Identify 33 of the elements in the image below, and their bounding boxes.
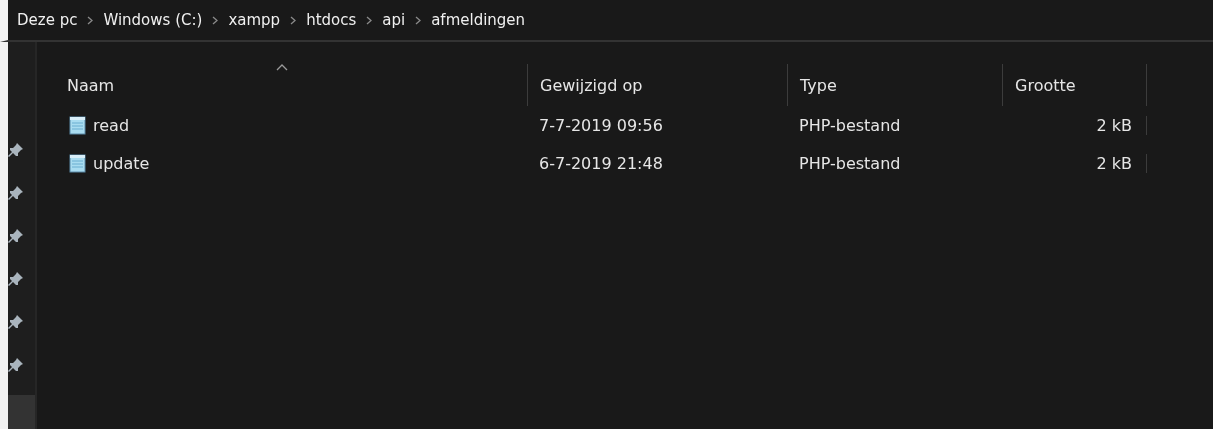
pin-icon[interactable] bbox=[8, 357, 24, 373]
pin-icon[interactable] bbox=[8, 314, 24, 330]
pin-icon[interactable] bbox=[8, 228, 24, 244]
chevron-icon bbox=[87, 15, 94, 25]
chevron-icon bbox=[290, 15, 297, 25]
column-header[interactable]: Gewijzigd op bbox=[540, 75, 643, 95]
date-modified: 7-7-2019 09:56 bbox=[539, 115, 663, 135]
file-type: PHP-bestand bbox=[799, 115, 901, 135]
file-size: 2 kB bbox=[1096, 115, 1132, 135]
column-header[interactable]: Grootte bbox=[1015, 75, 1076, 95]
chevron-icon bbox=[415, 15, 422, 25]
notepad-file-icon bbox=[67, 115, 87, 135]
pin-icon[interactable] bbox=[8, 142, 24, 158]
scroll-thumb[interactable] bbox=[8, 395, 35, 429]
sort-caret-icon bbox=[276, 64, 288, 71]
file-size: 2 kB bbox=[1096, 153, 1132, 173]
chevron-icon bbox=[212, 15, 219, 25]
breadcrumb[interactable]: api bbox=[382, 11, 406, 29]
column-header[interactable]: Type bbox=[800, 75, 837, 95]
file-name[interactable]: update bbox=[93, 153, 150, 173]
file-type: PHP-bestand bbox=[799, 153, 901, 173]
column-header[interactable]: Naam bbox=[67, 75, 115, 95]
breadcrumb[interactable]: htdocs bbox=[306, 11, 357, 29]
breadcrumb[interactable]: Deze pc bbox=[17, 11, 78, 29]
chevron-icon bbox=[366, 15, 373, 25]
file-name[interactable]: read bbox=[93, 115, 130, 135]
notepad-file-icon bbox=[67, 153, 87, 173]
breadcrumb[interactable]: afmeldingen bbox=[431, 11, 526, 29]
breadcrumb[interactable]: xampp bbox=[228, 11, 281, 29]
pin-icon[interactable] bbox=[8, 271, 24, 287]
pin-icon[interactable] bbox=[8, 185, 24, 201]
breadcrumb[interactable]: Windows (C:) bbox=[103, 11, 203, 29]
date-modified: 6-7-2019 21:48 bbox=[539, 153, 663, 173]
